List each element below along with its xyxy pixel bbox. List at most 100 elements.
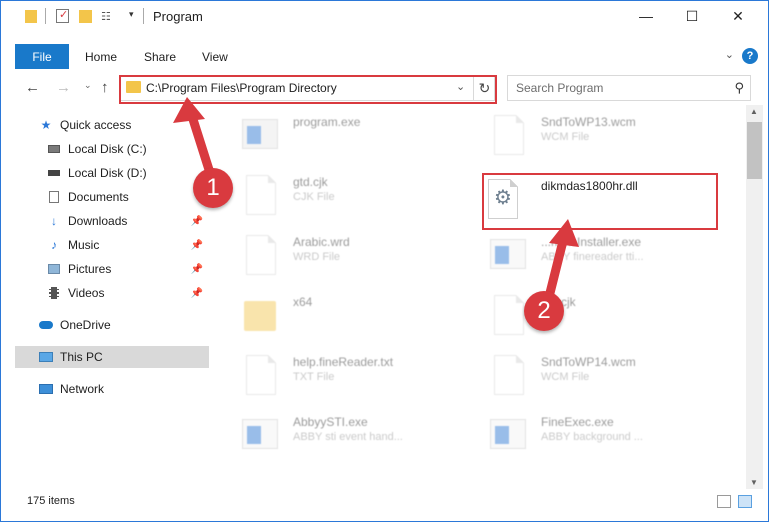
- sidebar-item-label: Videos: [68, 286, 105, 300]
- window-title: Program: [153, 9, 203, 24]
- new-folder-icon[interactable]: [79, 10, 92, 23]
- sidebar-item-pictures[interactable]: Pictures 📌: [15, 258, 209, 280]
- up-arrow-icon[interactable]: ↑: [101, 79, 109, 96]
- drive-icon: [47, 167, 61, 179]
- file-type: TXT File: [293, 371, 335, 383]
- file-name: program.exe: [293, 115, 361, 129]
- toolbar-divider: [45, 8, 46, 24]
- cloud-icon: [39, 319, 53, 331]
- quick-access-dropdown-icon[interactable]: ▾: [129, 9, 134, 25]
- document-icon: [484, 293, 524, 339]
- sidebar-item-local-disk-d[interactable]: Local Disk (D:): [15, 162, 209, 184]
- large-icons-view-icon[interactable]: [738, 495, 752, 508]
- pin-icon[interactable]: 📌: [191, 216, 203, 227]
- file-type: ABBY background ...: [541, 431, 643, 443]
- tab-home[interactable]: Home: [85, 44, 117, 69]
- sidebar-item-label: This PC: [60, 350, 103, 364]
- sidebar-item-onedrive[interactable]: OneDrive: [15, 314, 209, 336]
- expand-ribbon-icon[interactable]: ⌄: [725, 48, 734, 61]
- sidebar-item-documents[interactable]: Documents: [15, 186, 209, 208]
- sidebar-item-label: Downloads: [68, 214, 128, 228]
- help-button[interactable]: ?: [742, 48, 758, 64]
- file-type: ABBY sti event hand...: [293, 431, 403, 443]
- item-count: 175 items: [27, 495, 75, 507]
- forward-arrow-icon[interactable]: →: [56, 79, 71, 96]
- scroll-down-icon[interactable]: ▼: [750, 478, 758, 487]
- file-item[interactable]: gtd.cjk CJK File: [236, 169, 476, 225]
- minimize-button[interactable]: —: [623, 1, 669, 31]
- file-type: ABBY finereader tti...: [541, 251, 644, 263]
- file-item[interactable]: help.fineReader.txt TXT File: [236, 349, 476, 405]
- customize-list-icon[interactable]: ☷: [101, 9, 115, 23]
- document-icon: [484, 113, 524, 159]
- file-item[interactable]: ...n.cjk ...: [484, 289, 724, 345]
- sidebar-item-videos[interactable]: Videos 📌: [15, 282, 209, 304]
- search-placeholder: Search Program: [516, 81, 604, 95]
- pictures-icon: [47, 263, 61, 275]
- file-name: x64: [293, 295, 313, 309]
- file-item[interactable]: SndToWP13.wcm WCM File: [484, 109, 724, 165]
- search-icon[interactable]: ⚲: [734, 80, 744, 96]
- drive-icon: [47, 143, 61, 155]
- file-name: SndToWP14.wcm: [541, 355, 636, 369]
- document-icon: [236, 233, 276, 279]
- dll-file-highlight: [482, 173, 718, 230]
- sidebar-item-label: Local Disk (D:): [68, 166, 147, 180]
- search-input[interactable]: Search Program ⚲: [507, 75, 751, 101]
- sidebar-item-label: Music: [68, 238, 100, 252]
- close-button[interactable]: ✕: [715, 1, 761, 31]
- file-item[interactable]: Arabic.wrd WRD File: [236, 229, 476, 285]
- download-icon: ↓: [51, 214, 57, 228]
- file-name: gtd.cjk: [293, 175, 328, 189]
- file-name: SndToWP13.wcm: [541, 115, 636, 129]
- sidebar-item-music[interactable]: ♪ Music 📌: [15, 234, 209, 256]
- file-item[interactable]: FineExec.exe ABBY background ...: [484, 409, 724, 465]
- file-name: Arabic.wrd: [293, 235, 350, 249]
- scroll-up-icon[interactable]: ▲: [750, 107, 758, 116]
- file-item[interactable]: AbbyySTI.exe ABBY sti event hand...: [236, 409, 476, 465]
- file-item[interactable]: SndToWP14.wcm WCM File: [484, 349, 724, 405]
- sidebar-item-label: Pictures: [68, 262, 112, 276]
- ribbon-tabs: File Home Share View ⌄ ?: [1, 44, 768, 69]
- application-icon: [236, 413, 278, 459]
- sidebar-item-network[interactable]: Network: [15, 378, 209, 400]
- tab-share[interactable]: Share: [144, 44, 176, 69]
- title-bar: ✓ ☷ ▾ Program — ☐ ✕: [1, 1, 768, 31]
- sidebar-item-this-pc[interactable]: This PC: [15, 346, 209, 368]
- pin-icon[interactable]: 📌: [191, 240, 203, 251]
- music-icon: ♪: [51, 238, 57, 252]
- navigation-pane: ★ Quick access Local Disk (C:) Local Dis…: [1, 109, 211, 489]
- step-badge-2: 2: [524, 291, 564, 331]
- sidebar-item-local-disk-c[interactable]: Local Disk (C:): [15, 138, 209, 160]
- properties-icon[interactable]: ✓: [56, 9, 69, 23]
- application-icon: [484, 413, 526, 459]
- details-view-icon[interactable]: [717, 495, 731, 508]
- sidebar-item-label: Documents: [68, 190, 129, 204]
- file-name: ...mmsInstaller.exe: [541, 235, 642, 249]
- file-type: WCM File: [541, 371, 590, 383]
- recent-locations-icon[interactable]: ⌄: [84, 80, 92, 91]
- vertical-scrollbar[interactable]: ▲ ▼: [746, 105, 763, 489]
- file-item[interactable]: ...mmsInstaller.exe ABBY finereader tti.…: [484, 229, 724, 285]
- maximize-button[interactable]: ☐: [669, 1, 715, 31]
- file-item[interactable]: x64: [236, 289, 476, 345]
- sidebar-item-label: Quick access: [60, 118, 132, 132]
- video-icon: [47, 287, 61, 299]
- sidebar-item-downloads[interactable]: ↓ Downloads 📌: [15, 210, 209, 232]
- folder-icon: [25, 10, 37, 23]
- application-icon: [484, 233, 526, 279]
- scroll-thumb[interactable]: [747, 122, 762, 179]
- sidebar-item-label: OneDrive: [60, 318, 111, 332]
- sidebar-item-quick-access[interactable]: ★ Quick access: [15, 114, 209, 136]
- step-badge-1: 1: [193, 168, 233, 208]
- tab-view[interactable]: View: [202, 44, 228, 69]
- file-name: help.fineReader.txt: [293, 355, 394, 369]
- tab-file[interactable]: File: [15, 44, 69, 69]
- pin-icon[interactable]: 📌: [191, 264, 203, 275]
- sidebar-item-label: Local Disk (C:): [68, 142, 147, 156]
- toolbar-divider: [143, 8, 144, 24]
- pin-icon[interactable]: 📌: [191, 288, 203, 299]
- file-type: WCM File: [541, 131, 590, 143]
- file-item[interactable]: program.exe: [236, 109, 476, 165]
- back-arrow-icon[interactable]: ←: [25, 79, 40, 96]
